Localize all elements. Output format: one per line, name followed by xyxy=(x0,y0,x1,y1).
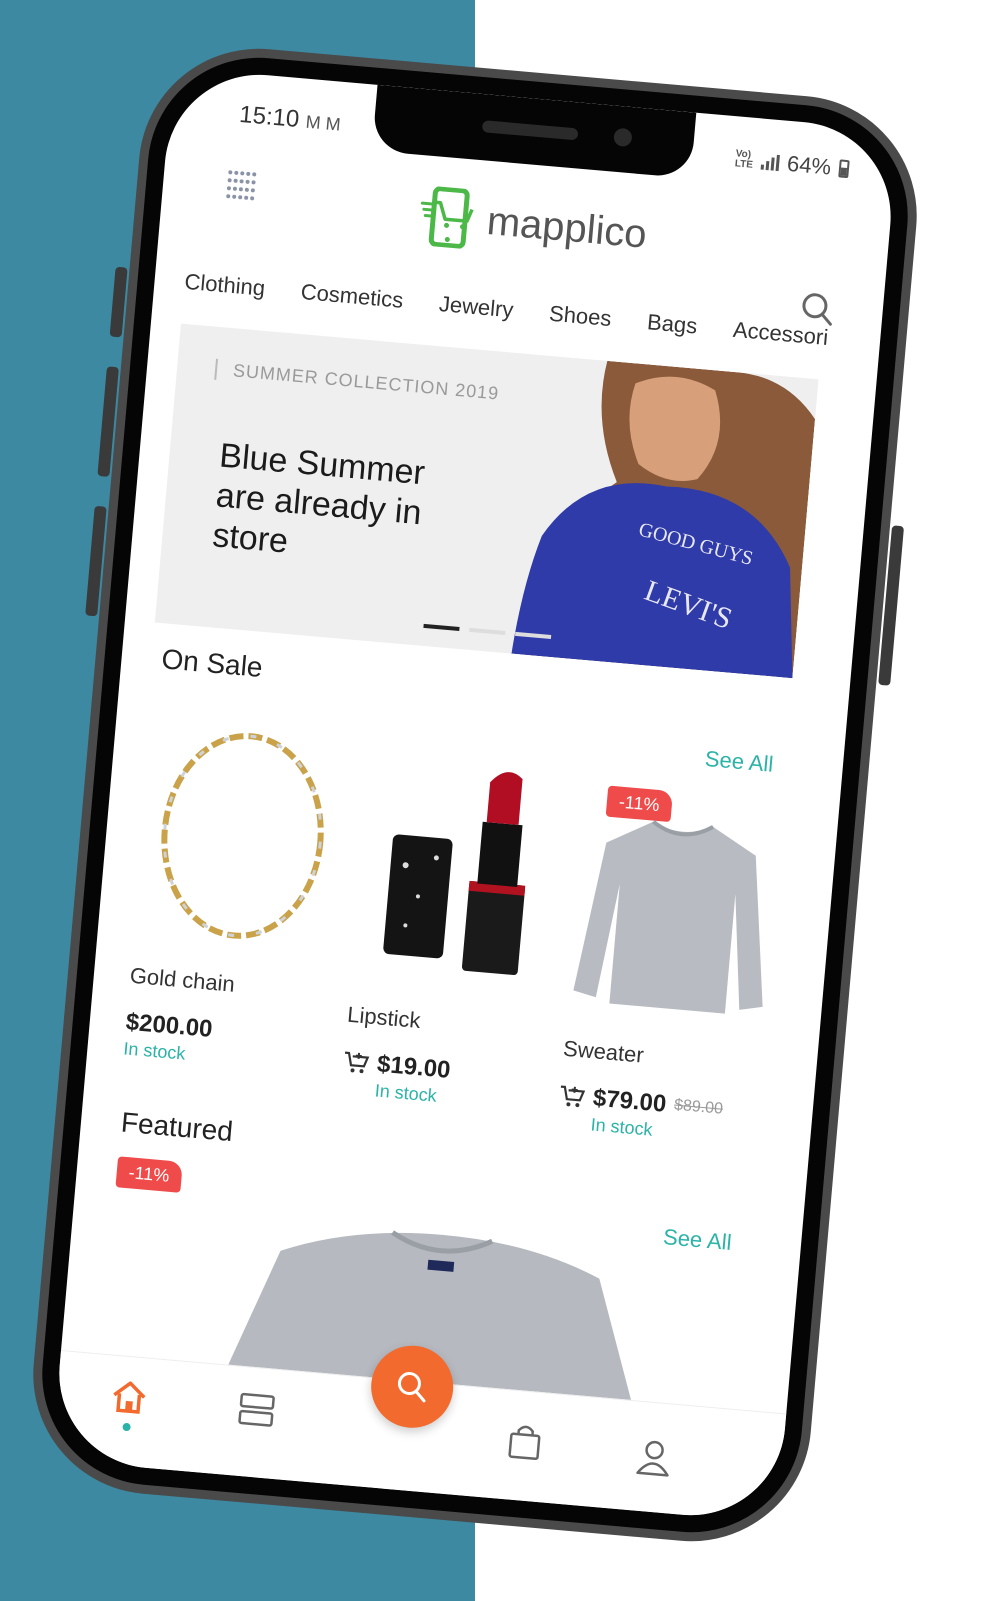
category-jewelry[interactable]: Jewelry xyxy=(438,291,514,323)
featured-see-all-link[interactable]: See All xyxy=(662,1224,732,1256)
app-screen: 15:10 M M Vo) LTE 64% mapplico Clothing … xyxy=(51,66,899,1524)
add-to-cart-icon[interactable] xyxy=(342,1050,370,1076)
product-name: Lipstick xyxy=(346,1001,422,1034)
category-shoes[interactable]: Shoes xyxy=(548,301,612,332)
featured-discount-badge: -11% xyxy=(115,1156,183,1193)
battery-icon xyxy=(838,159,850,179)
volte-indicator: Vo) LTE xyxy=(734,148,754,171)
product-name: Sweater xyxy=(562,1035,645,1068)
status-time-text: 15:10 xyxy=(238,100,301,134)
product-price: $79.00 xyxy=(591,1084,668,1118)
product-name: Gold chain xyxy=(128,962,236,997)
search-icon xyxy=(397,1372,426,1403)
shopping-cart-phone-icon xyxy=(420,186,474,249)
product-price: $19.00 xyxy=(376,1050,452,1084)
pagination-dot-active[interactable] xyxy=(423,623,460,632)
active-tab-indicator xyxy=(122,1422,131,1432)
search-icon[interactable] xyxy=(799,291,836,328)
product-image-lipstick xyxy=(383,772,526,976)
speaker-grill xyxy=(481,120,579,141)
status-bar-right: Vo) LTE 64% xyxy=(734,146,850,182)
home-icon[interactable] xyxy=(108,1375,151,1418)
banner-title: Blue Summer are already in store xyxy=(210,436,427,561)
app-logo: mapplico xyxy=(417,185,649,265)
status-time: 15:10 M M xyxy=(238,101,342,138)
profile-icon[interactable] xyxy=(632,1435,675,1478)
add-to-cart-icon[interactable] xyxy=(558,1084,586,1110)
section-title-on-sale: On Sale xyxy=(160,643,264,683)
category-cosmetics[interactable]: Cosmetics xyxy=(300,279,404,314)
banner-kicker: SUMMER COLLECTION 2019 xyxy=(214,358,501,405)
signal-icon xyxy=(760,154,780,172)
volte-line2: LTE xyxy=(734,158,754,171)
product-old-price: $89.00 xyxy=(673,1096,724,1118)
product-card-gold-chain[interactable]: Gold chain $200.00 In stock xyxy=(123,713,353,1077)
on-sale-see-all-link[interactable]: See All xyxy=(704,746,774,778)
category-clothing[interactable]: Clothing xyxy=(183,269,267,302)
notification-icons: M M xyxy=(304,111,342,135)
front-camera xyxy=(613,127,633,148)
product-card-lipstick[interactable]: Lipstick $19.00 In stock xyxy=(340,752,570,1116)
battery-percent: 64% xyxy=(786,150,833,180)
grid-dots-icon[interactable] xyxy=(226,170,259,203)
logo-text: mapplico xyxy=(485,198,649,257)
pagination-dot[interactable] xyxy=(469,627,506,636)
product-image-sweater xyxy=(573,820,763,1014)
banner-model-image: GOOD GUYS LEVI'S xyxy=(511,360,816,679)
category-bags[interactable]: Bags xyxy=(646,309,698,339)
phone-mockup: 15:10 M M Vo) LTE 64% mapplico Clothing … xyxy=(23,38,927,1552)
product-card-sweater[interactable]: -11% Sweater $79.00 $89.00 In stock xyxy=(556,785,786,1150)
promo-banner[interactable]: SUMMER COLLECTION 2019 Blue Summer are a… xyxy=(154,323,819,679)
shopping-bag-icon[interactable] xyxy=(503,1420,546,1463)
section-title-featured: Featured xyxy=(119,1106,235,1148)
categories-icon[interactable] xyxy=(235,1389,278,1432)
product-image-gold-chain xyxy=(161,733,324,939)
